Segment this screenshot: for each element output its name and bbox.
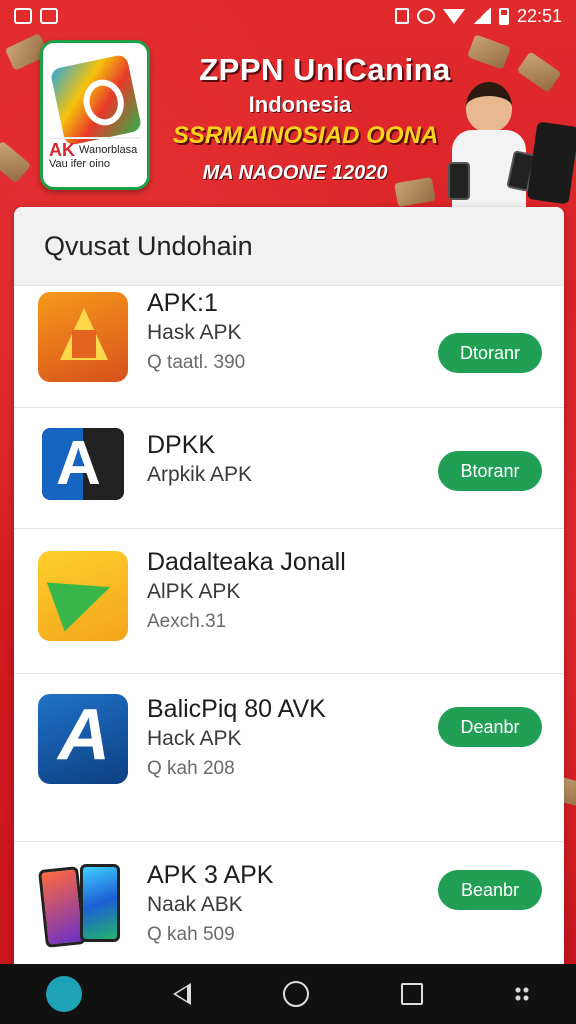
app-type: Naak ABK [147, 893, 243, 916]
app-name: APK 3 APK [147, 861, 274, 889]
list-item[interactable]: DPKK Arpkik APK Btoranr [14, 408, 564, 529]
apk-a-app-icon [38, 426, 128, 516]
banner-date: MA NAOONE 12020 [202, 162, 388, 184]
banner-title: ZPPN UnlCanina [199, 52, 451, 87]
promo-banner[interactable]: AK Wanorblasa Vau ifer oino ZPPN UnlCani… [0, 32, 576, 207]
alarm-icon [416, 8, 435, 24]
list-item-text: DPKK Arpkik APK [147, 430, 252, 490]
list-header: Qvusat Undohain [14, 207, 564, 286]
logo-caption-line2: Vau ifer oino [49, 158, 110, 170]
wifi-icon [442, 8, 465, 24]
envelope-logo-icon [49, 53, 143, 147]
app-name: APK:1 [147, 289, 218, 317]
app-size: Q kah 208 [147, 758, 235, 779]
back-icon[interactable] [173, 983, 192, 1005]
download-button[interactable]: Dtoranr [438, 333, 542, 373]
download-button[interactable]: Beanbr [438, 870, 542, 910]
list-title: Qvusat Undohain [44, 230, 253, 261]
signal-icon [472, 8, 491, 24]
app-logo: AK Wanorblasa Vau ifer oino [40, 40, 150, 190]
blue-a-apk-icon [38, 694, 128, 784]
orange-a-app-icon [38, 292, 128, 382]
person-head [466, 82, 512, 132]
menu-dots-icon[interactable] [514, 986, 531, 1002]
list-item[interactable]: Dadalteaka Jonall AlPK APK Aexch.31 [14, 529, 564, 674]
recent-apps-icon[interactable] [400, 983, 423, 1005]
phone-icon [80, 864, 120, 942]
phone-icon [38, 866, 86, 948]
notification-icon [14, 8, 32, 24]
list-item[interactable]: BalicPiq 80 AVK Hack APK Q kah 208 Deanb… [14, 674, 564, 842]
list-item-text: APK:1 Hask APK Q taatl. 390 [147, 288, 245, 378]
banner-highlight: SSRMAINOSIAD OONA [172, 122, 439, 149]
app-type: Hask APK [147, 321, 242, 344]
home-icon[interactable] [282, 981, 309, 1007]
logo-caption: AK Wanorblasa Vau ifer oino [49, 137, 141, 179]
list-item[interactable]: APK 3 APK Naak ABK Q kah 509 Beanbr [14, 842, 564, 964]
assistant-icon[interactable] [45, 976, 82, 1012]
list-item-text: APK 3 APK Naak ABK Q kah 509 [147, 860, 273, 950]
promo-person-image [448, 82, 538, 207]
list-item-text: BalicPiq 80 AVK Hack APK Q kah 208 [147, 694, 326, 784]
list-item-text: Dadalteaka Jonall AlPK APK Aexch.31 [147, 547, 346, 637]
download-button[interactable]: Btoranr [438, 451, 542, 491]
app-name: Dadalteaka Jonall [147, 548, 346, 576]
app-name: BalicPiq 80 AVK [147, 695, 326, 723]
app-size: Aexch.31 [147, 611, 227, 632]
vibrate-icon [394, 8, 409, 24]
list-item[interactable]: APK:1 Hask APK Q taatl. 390 Dtoranr [14, 286, 564, 408]
app-name: DPKK [147, 431, 216, 459]
apk-list-card: Qvusat Undohain APK:1 Hask APK Q taatl. … [14, 207, 564, 964]
navigation-bar [0, 964, 576, 1024]
app-size: Q kah 509 [147, 924, 235, 945]
download-button[interactable]: Deanbr [438, 707, 542, 747]
app-size: Q taatl. 390 [147, 352, 246, 373]
battery-icon [498, 7, 509, 25]
app-type: AlPK APK [147, 580, 241, 603]
green-arrow-app-icon [38, 551, 128, 641]
phone-icon [448, 162, 470, 200]
logo-caption-line1: Wanorblasa [79, 144, 138, 156]
phones-app-icon [38, 862, 128, 952]
logo-mark: AK [49, 140, 75, 160]
gallery-icon [40, 8, 58, 24]
status-time: 22:51 [516, 5, 562, 26]
app-type: Arpkik APK [147, 463, 253, 486]
status-bar: 22:51 [0, 0, 576, 32]
banner-subtitle: Indonesia [248, 92, 352, 117]
app-type: Hack APK [147, 727, 242, 750]
